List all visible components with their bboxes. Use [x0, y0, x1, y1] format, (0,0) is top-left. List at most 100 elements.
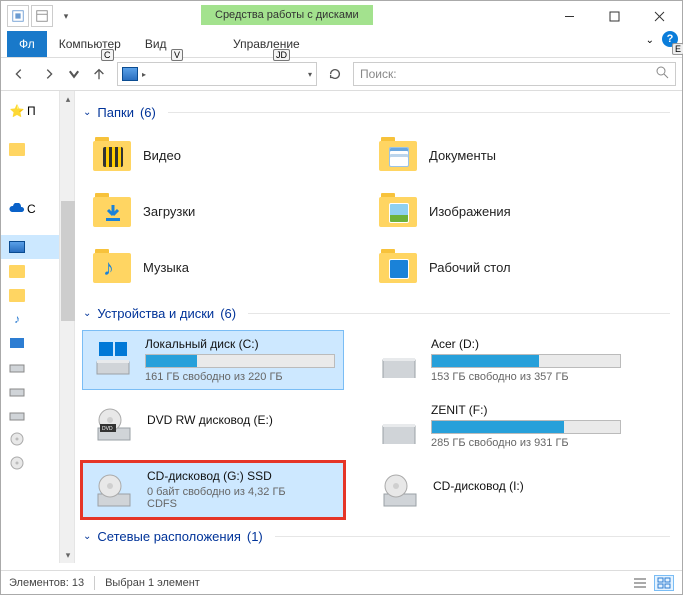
drive-tile-f[interactable]: ZENIT (F:) 285 ГБ свободно из 931 ГБ: [369, 397, 629, 455]
maximize-button[interactable]: [592, 1, 637, 31]
drive-name: CD-дисковод (G:) SSD: [147, 469, 333, 483]
drive-free-text: 153 ГБ свободно из 357 ГБ: [431, 371, 621, 383]
tab-file[interactable]: Фл: [7, 31, 47, 57]
cloud-icon: [9, 201, 25, 217]
folder-label: Документы: [429, 148, 496, 163]
qat-dropdown-icon[interactable]: ▾: [55, 5, 77, 27]
drive-tile-e[interactable]: DVD DVD RW дисковод (E:): [83, 397, 343, 455]
ribbon-collapse-icon[interactable]: ⌄: [646, 35, 654, 46]
folder-tile-music[interactable]: ♪ Музыка: [87, 242, 347, 292]
sidebar-item-this-pc[interactable]: [1, 235, 59, 259]
drive-icon: [9, 383, 25, 399]
group-title: Сетевые расположения: [97, 529, 240, 544]
chevron-right-icon[interactable]: ▸: [142, 70, 146, 79]
back-button[interactable]: [7, 62, 31, 86]
refresh-button[interactable]: [323, 62, 347, 86]
qat-props-icon[interactable]: [31, 5, 53, 27]
drive-name: CD-дисковод (I:): [433, 479, 619, 493]
history-dropdown-icon[interactable]: [67, 62, 81, 86]
folder-icon: ♪: [93, 249, 133, 285]
network-tile-homer[interactable]: Windows Media Player Homer (homer-pc): [83, 554, 343, 563]
sidebar-item[interactable]: [1, 283, 59, 307]
keytip-help: E: [672, 43, 683, 55]
content-pane: ⌄ Папки (6) Видео Документы Загрузки Изо…: [75, 91, 682, 563]
group-header-folders[interactable]: ⌄ Папки (6): [83, 105, 670, 120]
folder-icon: [9, 289, 25, 302]
chevron-down-icon: ⌄: [83, 308, 91, 319]
music-icon: ♪: [9, 311, 25, 327]
search-box[interactable]: Поиск:: [353, 62, 676, 86]
sidebar-item-onedrive[interactable]: C: [1, 197, 59, 221]
hdd-icon: [379, 403, 419, 445]
drive-free-text: 285 ГБ свободно из 931 ГБ: [431, 437, 621, 449]
drive-tile-d[interactable]: Acer (D:) 153 ГБ свободно из 357 ГБ: [369, 331, 629, 389]
sidebar-scrollbar[interactable]: ▴ ▾: [59, 91, 75, 563]
forward-button[interactable]: [37, 62, 61, 86]
sidebar-item[interactable]: [1, 403, 59, 427]
drive-name: DVD RW дисковод (E:): [147, 413, 333, 427]
close-button[interactable]: [637, 1, 682, 31]
ribbon-context-label: Средства работы с дисками: [201, 5, 373, 25]
up-button[interactable]: [87, 62, 111, 86]
sidebar-item[interactable]: [1, 355, 59, 379]
sidebar-item[interactable]: [1, 331, 59, 355]
sidebar-item[interactable]: [1, 451, 59, 475]
qat-undo-icon[interactable]: [7, 5, 29, 27]
folder-icon: [9, 143, 25, 156]
media-player-icon: Windows Media Player: [93, 560, 135, 563]
folder-tile-documents[interactable]: Документы: [373, 130, 633, 180]
divider: [168, 112, 670, 113]
windows-drive-icon: [93, 337, 133, 379]
status-item-count: Элементов: 13: [9, 577, 84, 589]
folder-icon: [379, 249, 419, 285]
drive-name: Локальный диск (C:): [145, 337, 335, 351]
scroll-down-icon[interactable]: ▾: [60, 547, 76, 563]
keytip-computer: C: [101, 49, 114, 61]
sidebar-item[interactable]: ♪: [1, 307, 59, 331]
folder-icon: [9, 265, 25, 278]
disc-icon: [9, 431, 25, 447]
folder-label: Видео: [143, 148, 181, 163]
minimize-button[interactable]: [547, 1, 592, 31]
tab-computer[interactable]: Компьютер: [47, 31, 133, 57]
drive-tile-g[interactable]: CD-дисковод (G:) SSD 0 байт свободно из …: [83, 463, 343, 517]
cd-drive-icon: [379, 469, 421, 511]
drive-name: Acer (D:): [431, 337, 621, 351]
folder-tile-downloads[interactable]: Загрузки: [87, 186, 347, 236]
group-title: Устройства и диски: [97, 306, 214, 321]
status-selection: Выбран 1 элемент: [105, 577, 200, 589]
folder-icon: [379, 137, 419, 173]
address-dropdown-icon[interactable]: ▾: [308, 70, 312, 79]
scroll-thumb[interactable]: [61, 201, 75, 321]
scroll-up-icon[interactable]: ▴: [60, 91, 76, 107]
group-header-drives[interactable]: ⌄ Устройства и диски (6): [83, 306, 670, 321]
ribbon-tabs: Фл Компьютер Вид Управление C V JD ⌄ ? E: [1, 31, 682, 57]
sidebar-item[interactable]: [1, 379, 59, 403]
sidebar-item[interactable]: [1, 137, 59, 161]
folder-tile-videos[interactable]: Видео: [87, 130, 347, 180]
star-icon: ⭐: [9, 103, 25, 119]
group-header-network[interactable]: ⌄ Сетевые расположения (1): [83, 529, 670, 544]
window-controls: [547, 1, 682, 31]
svg-text:DVD: DVD: [102, 426, 113, 432]
folder-label: Изображения: [429, 204, 511, 219]
sidebar-item[interactable]: [1, 259, 59, 283]
drive-tile-c[interactable]: Локальный диск (C:) 161 ГБ свободно из 2…: [83, 331, 343, 389]
divider: [94, 576, 95, 590]
keytip-view: V: [171, 49, 183, 61]
pc-icon: [9, 239, 25, 255]
quick-access-toolbar: ▾: [1, 5, 77, 27]
drive-usage-bar: [431, 354, 621, 368]
keytip-manage: JD: [273, 49, 290, 61]
view-tiles-button[interactable]: [654, 575, 674, 591]
address-bar[interactable]: ▸ ▾: [117, 62, 317, 86]
sidebar-item[interactable]: [1, 427, 59, 451]
tab-manage[interactable]: Управление: [221, 31, 312, 57]
this-pc-icon: [122, 67, 138, 81]
sidebar-item-favorites[interactable]: ⭐П: [1, 99, 59, 123]
view-details-button[interactable]: [630, 575, 650, 591]
folder-tile-pictures[interactable]: Изображения: [373, 186, 633, 236]
drive-tile-i[interactable]: CD-дисковод (I:): [369, 463, 629, 517]
desktop-icon: [9, 335, 25, 351]
folder-tile-desktop[interactable]: Рабочий стол: [373, 242, 633, 292]
